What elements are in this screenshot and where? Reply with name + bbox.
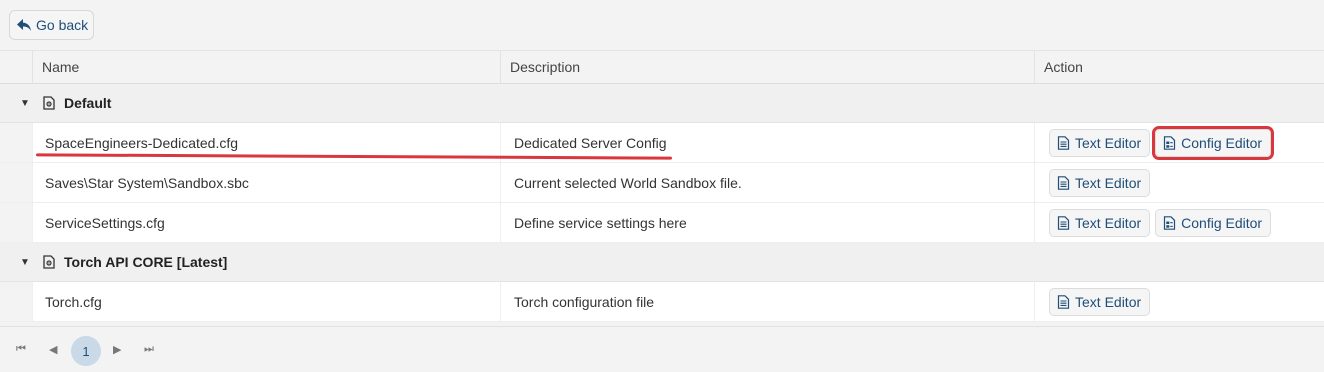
settings-file-icon	[43, 96, 55, 110]
text-editor-label: Text Editor	[1075, 214, 1142, 231]
table-row[interactable]: Saves\Star System\Sandbox.sbc Current se…	[0, 163, 1324, 203]
config-editor-button[interactable]: Config Editor	[1155, 208, 1272, 237]
text-editor-button[interactable]: Text Editor	[1049, 168, 1151, 197]
config-editor-button[interactable]: Config Editor	[1152, 125, 1275, 160]
table-header: Name Description Action	[0, 50, 1324, 84]
collapse-caret-icon[interactable]: ▼	[20, 98, 32, 109]
action-cell: Text Editor	[1034, 282, 1324, 321]
document-icon	[1057, 175, 1070, 190]
document-icon	[1057, 215, 1070, 230]
description-cell: Define service settings here	[500, 203, 1034, 242]
document-icon	[1057, 294, 1070, 309]
config-file-icon	[1164, 215, 1176, 230]
next-page-icon[interactable]: ▶	[113, 343, 121, 356]
action-cell: Text Editor Config Editor	[1034, 123, 1324, 162]
table-row[interactable]: ServiceSettings.cfg Define service setti…	[0, 203, 1324, 243]
text-editor-button[interactable]: Text Editor	[1049, 208, 1151, 237]
last-page-icon[interactable]: ⏭	[144, 343, 154, 356]
text-editor-label: Text Editor	[1075, 134, 1142, 151]
text-editor-button[interactable]: Text Editor	[1049, 287, 1151, 316]
action-cell: Text Editor Config Editor	[1034, 203, 1324, 242]
reply-arrow-icon	[17, 19, 31, 31]
document-icon	[1057, 135, 1070, 150]
pagination-bar: ⏮ ◀ 1 ▶ ⏭	[0, 326, 1324, 372]
group-row-torch-api-core[interactable]: ▼ Torch API CORE [Latest]	[0, 243, 1324, 282]
group-title: Torch API CORE [Latest]	[64, 254, 228, 270]
text-editor-label: Text Editor	[1075, 293, 1142, 310]
config-editor-label: Config Editor	[1181, 214, 1263, 231]
column-header-action[interactable]: Action	[1034, 51, 1324, 83]
column-header-name[interactable]: Name	[32, 51, 500, 83]
row-spacer	[0, 123, 32, 162]
text-editor-button[interactable]: Text Editor	[1049, 128, 1151, 157]
group-row-default[interactable]: ▼ Default	[0, 84, 1324, 123]
description-cell: Current selected World Sandbox file.	[500, 163, 1034, 202]
row-spacer	[0, 203, 32, 242]
group-title: Default	[64, 95, 112, 111]
action-cell: Text Editor	[1034, 163, 1324, 202]
file-name-cell: Saves\Star System\Sandbox.sbc	[32, 163, 500, 202]
row-spacer	[0, 163, 32, 202]
config-file-icon	[1164, 135, 1176, 150]
page-number-button[interactable]: 1	[71, 336, 101, 366]
toolbar: Go back	[0, 0, 1324, 50]
go-back-button[interactable]: Go back	[9, 10, 94, 40]
files-table: Name Description Action ▼ Default SpaceE…	[0, 50, 1324, 322]
column-header-description[interactable]: Description	[500, 51, 1034, 83]
config-editor-label: Config Editor	[1181, 134, 1263, 151]
row-spacer	[0, 282, 32, 321]
header-spacer	[0, 51, 32, 83]
first-page-icon[interactable]: ⏮	[16, 343, 26, 356]
text-editor-label: Text Editor	[1075, 174, 1142, 191]
previous-page-icon[interactable]: ◀	[49, 343, 57, 356]
file-name-cell: ServiceSettings.cfg	[32, 203, 500, 242]
go-back-label: Go back	[36, 17, 89, 33]
collapse-caret-icon[interactable]: ▼	[20, 257, 32, 268]
file-name-cell: Torch.cfg	[32, 282, 500, 321]
table-row[interactable]: Torch.cfg Torch configuration file Text …	[0, 282, 1324, 322]
settings-file-icon	[43, 255, 55, 269]
description-cell: Torch configuration file	[500, 282, 1034, 321]
